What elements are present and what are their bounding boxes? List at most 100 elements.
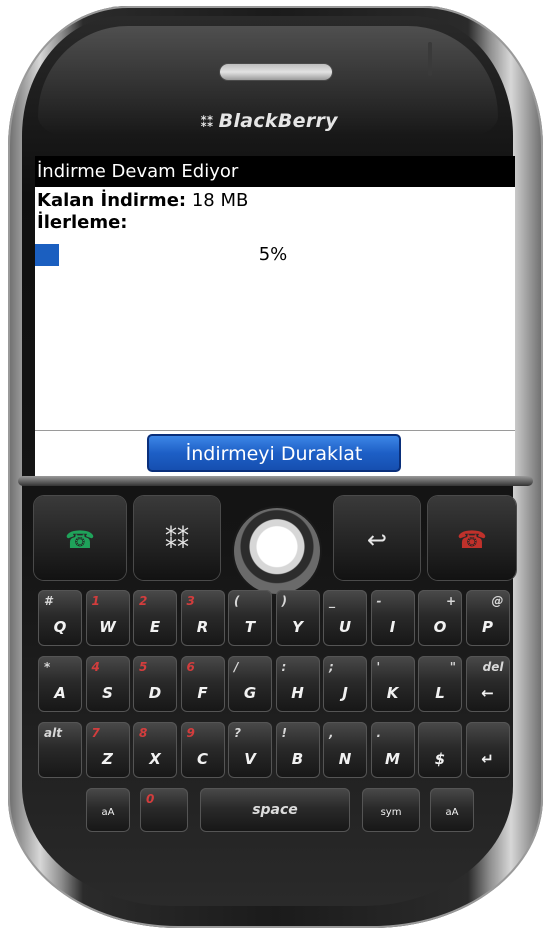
key-alt[interactable]: alt xyxy=(38,722,82,778)
key-p[interactable]: @ P xyxy=(465,590,510,646)
key-j[interactable]: ; J xyxy=(323,656,367,712)
progress-label: İlerleme: xyxy=(37,212,128,233)
key-main-label: H xyxy=(291,684,304,702)
right-shift-key-label: aA xyxy=(445,807,459,818)
key-s[interactable]: 4S xyxy=(85,656,130,712)
key-alt-label: ' xyxy=(376,660,381,674)
key-y[interactable]: ) Y xyxy=(275,590,320,646)
key-main-label: ↵ xyxy=(481,750,494,768)
menu-button[interactable]: ⁑⁑ xyxy=(134,496,220,580)
key-main-label: D xyxy=(148,684,162,702)
pause-download-button[interactable]: İndirmeyi Duraklat xyxy=(147,434,401,472)
key-h[interactable]: :H xyxy=(275,656,320,712)
key-alt-label: - xyxy=(376,594,382,608)
key-main-label: B xyxy=(291,750,304,768)
key-q[interactable]: # Q xyxy=(38,590,82,646)
key-[interactable]: $ xyxy=(418,722,462,778)
key-alt-label: + xyxy=(445,594,456,608)
screen-title: İndirme Devam Ediyor xyxy=(35,156,515,187)
key-b[interactable]: ! B xyxy=(275,722,320,778)
key-k[interactable]: ' K xyxy=(370,656,415,712)
key-alt-label: 2 xyxy=(139,594,148,608)
key-alt-label: 7 xyxy=(91,726,100,740)
key-[interactable]: ↵ xyxy=(465,722,510,778)
key-o[interactable]: + O xyxy=(418,590,462,646)
key-main-label: E xyxy=(149,618,161,636)
key-alt-label: alt xyxy=(44,726,62,740)
key-main-label: N xyxy=(338,750,352,768)
right-shift-key[interactable]: aA xyxy=(430,788,474,832)
progress-bar: 5% xyxy=(35,244,511,266)
brand-logo: ⁑⁑ BlackBerry xyxy=(200,110,338,132)
key-d[interactable]: 5D xyxy=(133,656,177,712)
screen: İndirme Devam Ediyor Kalan İndirme: 18 M… xyxy=(35,156,515,476)
space-key[interactable]: space xyxy=(200,788,350,832)
key-main-label: ← xyxy=(481,684,494,702)
zero-key-label: 0 xyxy=(146,792,155,806)
key-alt-label: 5 xyxy=(139,660,148,674)
key-main-label: F xyxy=(197,684,208,702)
key-main-label: K xyxy=(386,684,399,702)
key-alt-label: # xyxy=(44,594,53,608)
key-alt-label: ! xyxy=(281,726,287,740)
back-icon: ↩ xyxy=(366,526,388,554)
keyboard: # Q 1 W 2 E 3 R(T) Y _ U - I + O @ P * A 4 S 5 D 6 F / G: H; J ' K " Lde… xyxy=(34,582,516,862)
key-c[interactable]: 9C xyxy=(180,722,225,778)
blackberry-logo-icon: ⁑⁑ xyxy=(200,115,214,131)
key-t[interactable]: (T xyxy=(228,590,272,646)
call-icon: ☎ xyxy=(65,526,95,554)
remaining-row: Kalan İndirme: 18 MB xyxy=(37,190,248,211)
left-shift-key[interactable]: aA xyxy=(86,788,130,832)
navigation-row: ☎ ⁑⁑ ↩ ☎ xyxy=(34,488,516,594)
key-v[interactable]: ? V xyxy=(228,722,272,778)
zero-key[interactable]: 0 xyxy=(140,788,188,832)
key-main-label: J xyxy=(342,684,348,702)
call-button[interactable]: ☎ xyxy=(34,496,126,580)
sym-key[interactable]: sym xyxy=(362,788,420,832)
key-main-label: Y xyxy=(292,618,303,636)
key-main-label: U xyxy=(338,618,352,636)
side-key xyxy=(428,42,432,76)
end-call-icon: ☎ xyxy=(457,526,487,554)
brand-name: BlackBerry xyxy=(218,110,338,132)
key-m[interactable]: .M xyxy=(370,722,415,778)
back-button[interactable]: ↩ xyxy=(334,496,420,580)
key-n[interactable]: ,N xyxy=(323,722,367,778)
remaining-label: Kalan İndirme: xyxy=(37,190,187,211)
key-main-label: M xyxy=(385,750,400,768)
end-call-button[interactable]: ☎ xyxy=(428,496,516,580)
key-main-label: C xyxy=(196,750,208,768)
key-f[interactable]: 6F xyxy=(180,656,225,712)
key-main-label: X xyxy=(149,750,161,768)
key-r[interactable]: 3R xyxy=(180,590,225,646)
key-l[interactable]: " L xyxy=(418,656,462,712)
key-alt-label: 3 xyxy=(186,594,195,608)
key-alt-label: del xyxy=(482,660,504,674)
key-e[interactable]: 2E xyxy=(133,590,177,646)
key-alt-label: 1 xyxy=(91,594,100,608)
key-alt-label: : xyxy=(281,660,287,674)
key-z[interactable]: 7Z xyxy=(85,722,130,778)
divider xyxy=(35,430,515,431)
key-w[interactable]: 1W xyxy=(85,590,130,646)
key-main-label: $ xyxy=(434,750,446,768)
key-main-label: P xyxy=(482,618,493,636)
key-alt-label: * xyxy=(44,660,51,674)
key-x[interactable]: 8X xyxy=(133,722,177,778)
key-main-label: Z xyxy=(102,750,113,768)
speaker-grille xyxy=(220,64,332,80)
key-main-label: W xyxy=(99,618,116,636)
key-i[interactable]: -I xyxy=(370,590,415,646)
key-alt-label: ( xyxy=(234,594,240,608)
key-alt-label: ; xyxy=(329,660,334,674)
key-alt-label: 8 xyxy=(139,726,148,740)
key-alt-label: 6 xyxy=(186,660,195,674)
key-g[interactable]: / G xyxy=(228,656,272,712)
left-shift-key-label: aA xyxy=(101,807,115,818)
key-a[interactable]: * A xyxy=(38,656,82,712)
key-alt-label: " xyxy=(449,660,456,674)
key-alt-label: @ xyxy=(491,594,504,608)
key-alt-label: , xyxy=(329,726,334,740)
key-[interactable]: del ← xyxy=(465,656,510,712)
key-u[interactable]: _ U xyxy=(323,590,367,646)
